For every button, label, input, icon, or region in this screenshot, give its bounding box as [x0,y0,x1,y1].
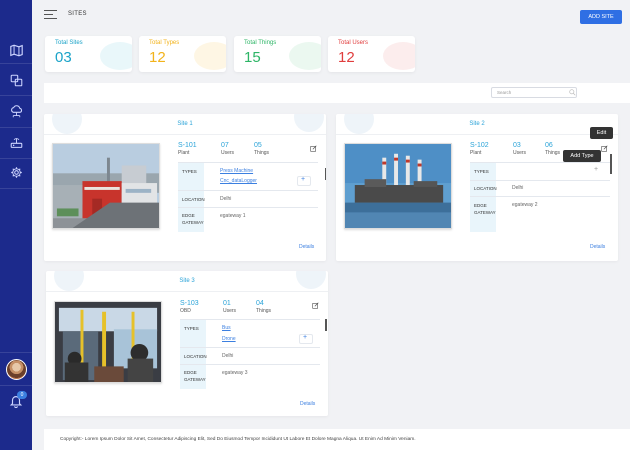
page-title: SITES [68,11,87,17]
location-label: LOCATION [474,186,497,191]
site-photo-power-plant [344,143,452,229]
type-link[interactable]: Bus [222,325,231,331]
type-link[interactable]: Cnc_dataLogger [220,178,257,184]
site-title: Site 3 [179,278,195,284]
top-bar: SITES ADD SITE [32,0,630,32]
type-link[interactable]: Drone [222,336,236,342]
details-link[interactable]: Details [590,244,605,250]
add-type-icon[interactable]: + [303,334,307,341]
site-users: 03 Users [513,142,527,156]
gateway-label: EDGE GATEWAY [182,213,204,225]
search-icon [569,89,576,96]
gateway-value: egateway 1 [220,213,246,219]
location-value: Delhi [512,185,524,191]
types-label: TYPES [474,169,489,174]
menu-icon[interactable] [44,10,57,19]
site-things: 04 Things [256,300,272,314]
location-label: LOCATION [182,197,205,202]
stat-card-total-types: Total Types 12 [139,36,226,72]
layers-icon[interactable] [8,72,24,88]
location-value: Delhi [220,196,232,202]
site-things: 05 Things [254,142,270,156]
site-photo-factory [52,143,160,229]
details-link[interactable]: Details [299,244,314,250]
gateway-label: EDGE GATEWAY [184,370,206,382]
stat-card-total-sites: Total Sites 03 [45,36,132,72]
scrollbar[interactable] [325,168,326,180]
site-card-1: Site 1 S-101 Plant 07 Users 05 Things TYPES… [44,114,326,261]
edit-icon[interactable] [312,302,319,309]
stat-card-total-things: Total Things 15 [234,36,321,72]
stat-value: 15 [244,49,261,66]
stat-value: 12 [338,49,355,66]
edit-tooltip: Edit [590,127,613,139]
map-icon[interactable] [8,42,24,58]
site-code: S-101 Plant [178,142,197,156]
cloud-network-icon[interactable] [8,103,24,119]
location-value: Delhi [222,353,234,359]
stat-label: Total Types [149,40,180,46]
stat-card-total-users: Total Users 12 [328,36,415,72]
details-link[interactable]: Details [300,401,315,407]
add-site-button[interactable]: ADD SITE [580,10,622,24]
site-users: 07 Users [221,142,235,156]
types-label: TYPES [182,169,197,174]
site-card-3: Site 3 S-103 OBD 01 Users 04 Things TYPES B… [46,271,328,416]
stat-label: Total Things [244,40,277,46]
settings-icon[interactable] [8,164,24,180]
avatar[interactable] [6,359,27,380]
add-type-icon[interactable]: + [594,166,598,173]
edit-icon[interactable] [601,145,608,152]
scrollbar[interactable] [610,154,612,174]
edit-icon[interactable] [310,145,317,152]
site-code: S-102 Plant [470,142,489,156]
site-info-table: TYPES + LOCATION Delhi EDGE GATEWAY egat… [470,162,610,232]
types-label: TYPES [184,326,199,331]
scrollbar[interactable] [325,319,327,331]
gateway-label: EDGE GATEWAY [474,203,496,215]
site-users: 01 Users [223,300,237,314]
site-code: S-103 OBD [180,300,199,314]
stat-value: 03 [55,49,72,66]
stat-label: Total Sites [55,40,83,46]
site-card-2: Site 2 S-102 Plant 03 Users 06 Things TYPES… [336,114,618,261]
add-type-icon[interactable]: + [301,176,305,183]
site-info-table: TYPES Bus Drone + LOCATION Delhi EDGE GA… [180,319,320,389]
gateway-value: egateway 2 [512,202,538,208]
site-title: Site 1 [177,121,193,127]
router-icon[interactable] [8,134,24,150]
site-things: 06 Things [545,142,561,156]
search-input[interactable]: Search [491,87,577,98]
stat-value: 12 [149,49,166,66]
copyright-text: Copyright:- Lorem Ipsum Dolor Sit Amet, … [60,437,416,442]
gateway-value: egateway 3 [222,370,248,376]
location-label: LOCATION [184,354,207,359]
add-type-tooltip: Add Type [563,150,601,162]
site-info-table: TYPES Press Machine Cnc_dataLogger + LOC… [178,162,318,232]
type-link[interactable]: Press Machine [220,168,253,174]
site-photo-bus [54,301,162,383]
footer: Copyright:- Lorem Ipsum Dolor Sit Amet, … [44,429,630,450]
site-title: Site 2 [469,121,485,127]
notification-badge: 0 [17,391,27,399]
sidebar: 0 [0,0,32,450]
stat-label: Total Users [338,40,369,46]
